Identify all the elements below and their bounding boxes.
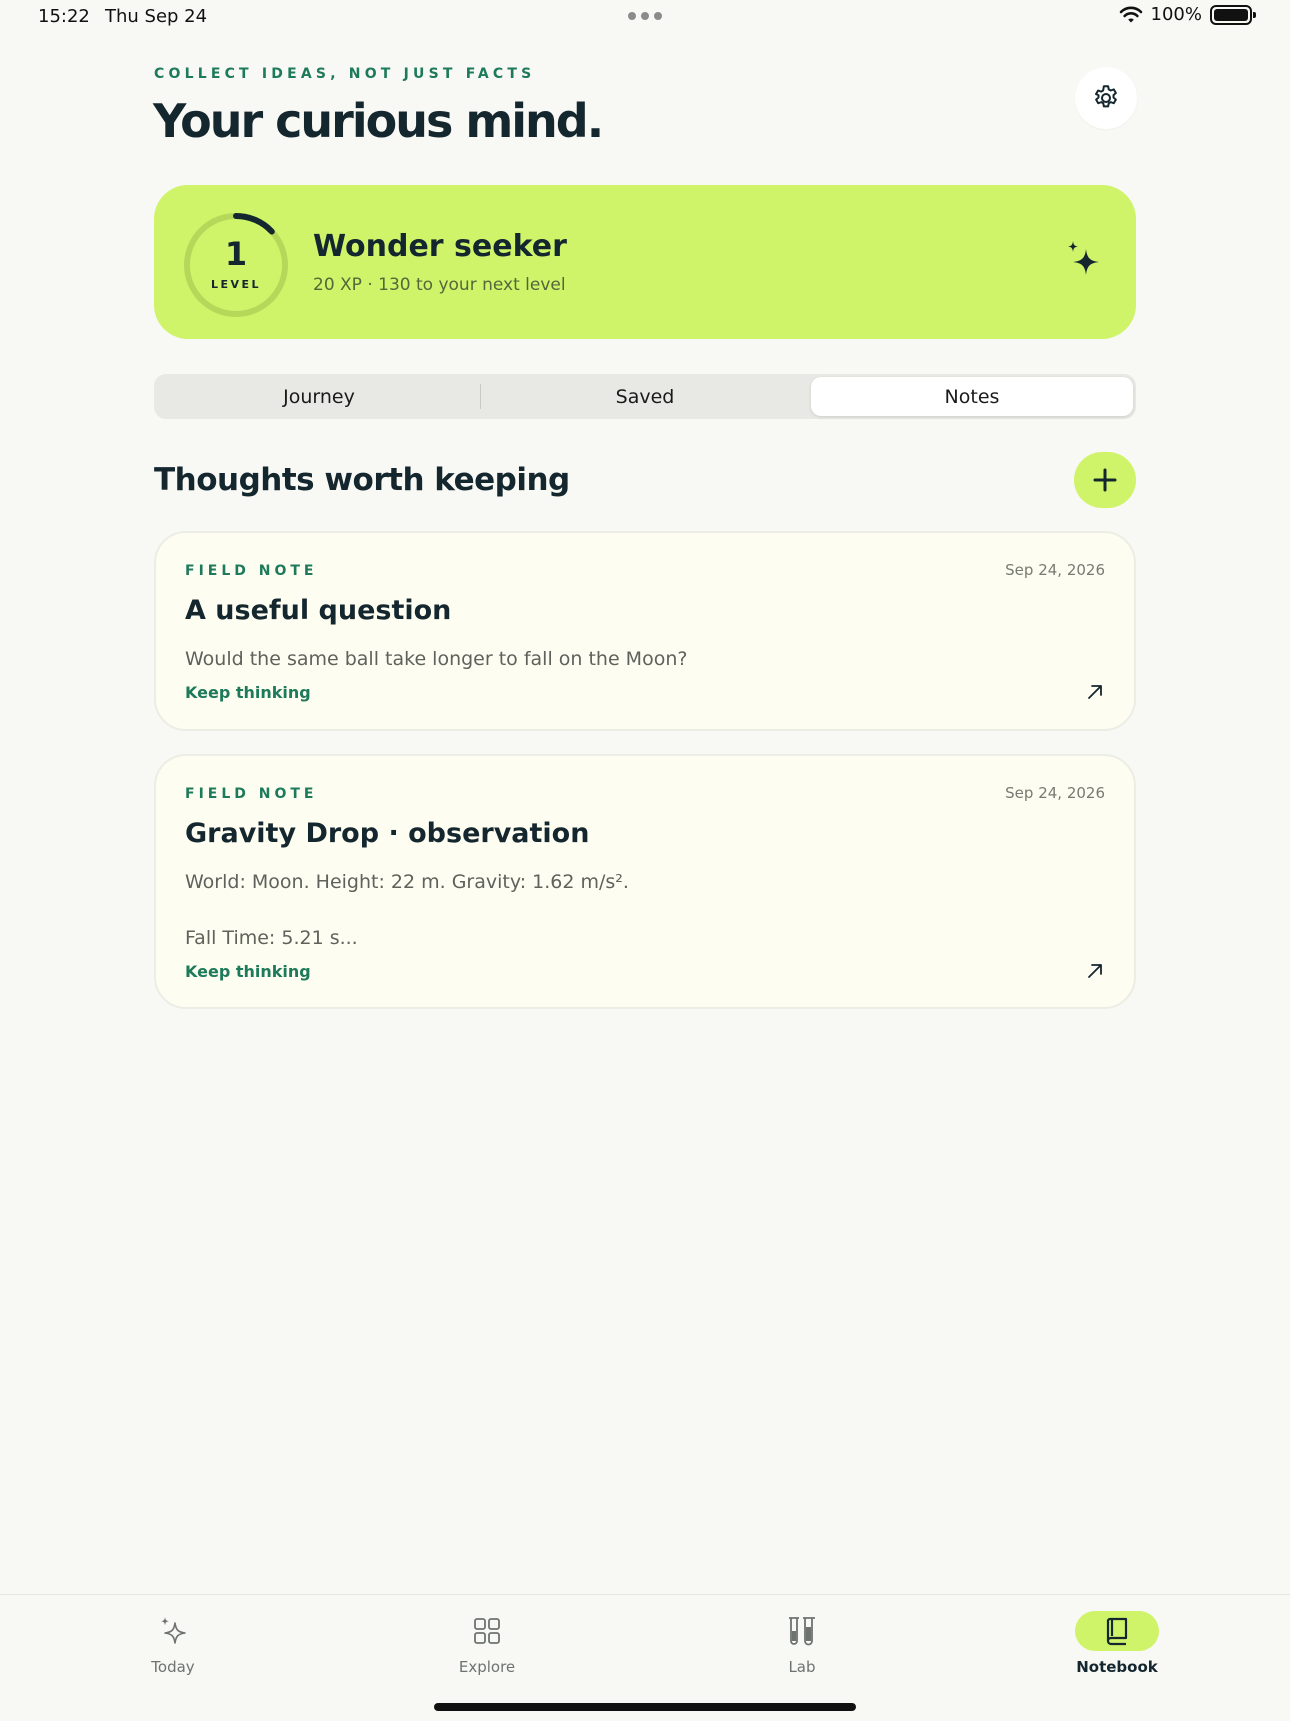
note-title: A useful question	[185, 595, 452, 626]
section-title: Thoughts worth keeping	[154, 462, 570, 498]
multitasking-dots-icon[interactable]	[628, 12, 662, 20]
tab-lab[interactable]: Lab	[722, 1595, 882, 1695]
status-time: 15:22	[38, 6, 90, 27]
tab-explore[interactable]: Explore	[407, 1595, 567, 1695]
tab-label: Notebook	[1076, 1658, 1158, 1676]
level-label: LEVEL	[210, 278, 262, 291]
segment-saved[interactable]: Saved	[484, 377, 806, 416]
wifi-icon	[1119, 6, 1142, 22]
level-card[interactable]: 1 LEVEL Wonder seeker 20 XP · 130 to you…	[154, 185, 1136, 339]
note-kind: FIELD NOTE	[185, 563, 318, 579]
tab-label: Explore	[458, 1658, 516, 1676]
level-number: 1	[224, 235, 248, 273]
segment-journey[interactable]: Journey	[158, 377, 480, 416]
plus-icon	[1093, 468, 1117, 492]
keep-thinking-link[interactable]: Keep thinking	[185, 962, 311, 981]
note-body-line: Would the same ball take longer to fall …	[185, 648, 688, 670]
segment-divider	[480, 384, 481, 409]
arrow-up-right-icon[interactable]	[1086, 962, 1104, 980]
status-right: 100%	[1119, 4, 1256, 25]
arrow-up-right-icon[interactable]	[1086, 683, 1104, 701]
notebook-screen: 15:22 Thu Sep 24 100% COLLECT IDEAS, NOT…	[0, 0, 1290, 1721]
tab-icon-wrap	[760, 1611, 844, 1651]
page-title: Your curious mind.	[153, 94, 604, 148]
note-body: Would the same ball take longer to fall …	[185, 645, 1085, 673]
battery-icon	[1210, 4, 1256, 25]
note-kind: FIELD NOTE	[185, 786, 318, 802]
sparkle-icon	[1068, 241, 1099, 275]
grid-icon	[474, 1618, 500, 1644]
note-body-line: Fall Time: 5.21 s...	[185, 927, 358, 949]
note-date: Sep 24, 2026	[1005, 784, 1105, 802]
note-date: Sep 24, 2026	[1005, 561, 1105, 579]
tab-icon-wrap	[131, 1611, 215, 1651]
tab-icon-wrap	[445, 1611, 529, 1651]
status-bar: 15:22 Thu Sep 24 100%	[0, 0, 1290, 34]
level-title: Wonder seeker	[313, 229, 567, 264]
keep-thinking-link[interactable]: Keep thinking	[185, 683, 311, 702]
tab-icon-wrap	[1075, 1611, 1159, 1651]
sparkle-icon	[161, 1617, 186, 1644]
note-body-line: World: Moon. Height: 22 m. Gravity: 1.62…	[185, 871, 629, 893]
notebook-icon	[1106, 1617, 1128, 1646]
tab-notebook[interactable]: Notebook	[1037, 1595, 1197, 1695]
level-subtitle: 20 XP · 130 to your next level	[313, 275, 566, 295]
test-tubes-icon	[789, 1617, 815, 1646]
note-title: Gravity Drop · observation	[185, 818, 590, 849]
tab-label: Lab	[788, 1658, 816, 1676]
header-eyebrow: COLLECT IDEAS, NOT JUST FACTS	[154, 66, 536, 82]
status-date: Thu Sep 24	[105, 6, 208, 27]
home-indicator	[434, 1703, 856, 1711]
tab-bar: Today Explore Lab Notebook	[0, 1594, 1290, 1721]
add-note-button[interactable]	[1074, 452, 1136, 508]
settings-button[interactable]	[1075, 67, 1137, 129]
segmented-control: Journey Saved Notes	[154, 374, 1136, 419]
gear-icon	[1095, 85, 1117, 108]
segment-notes[interactable]: Notes	[811, 377, 1133, 416]
battery-percent: 100%	[1150, 4, 1202, 25]
tab-label: Today	[151, 1658, 195, 1676]
note-card[interactable]: FIELD NOTE Sep 24, 2026 Gravity Drop · o…	[154, 754, 1136, 1009]
note-card[interactable]: FIELD NOTE Sep 24, 2026 A useful questio…	[154, 531, 1136, 731]
note-body: World: Moon. Height: 22 m. Gravity: 1.62…	[185, 868, 1085, 952]
tab-today[interactable]: Today	[93, 1595, 253, 1695]
